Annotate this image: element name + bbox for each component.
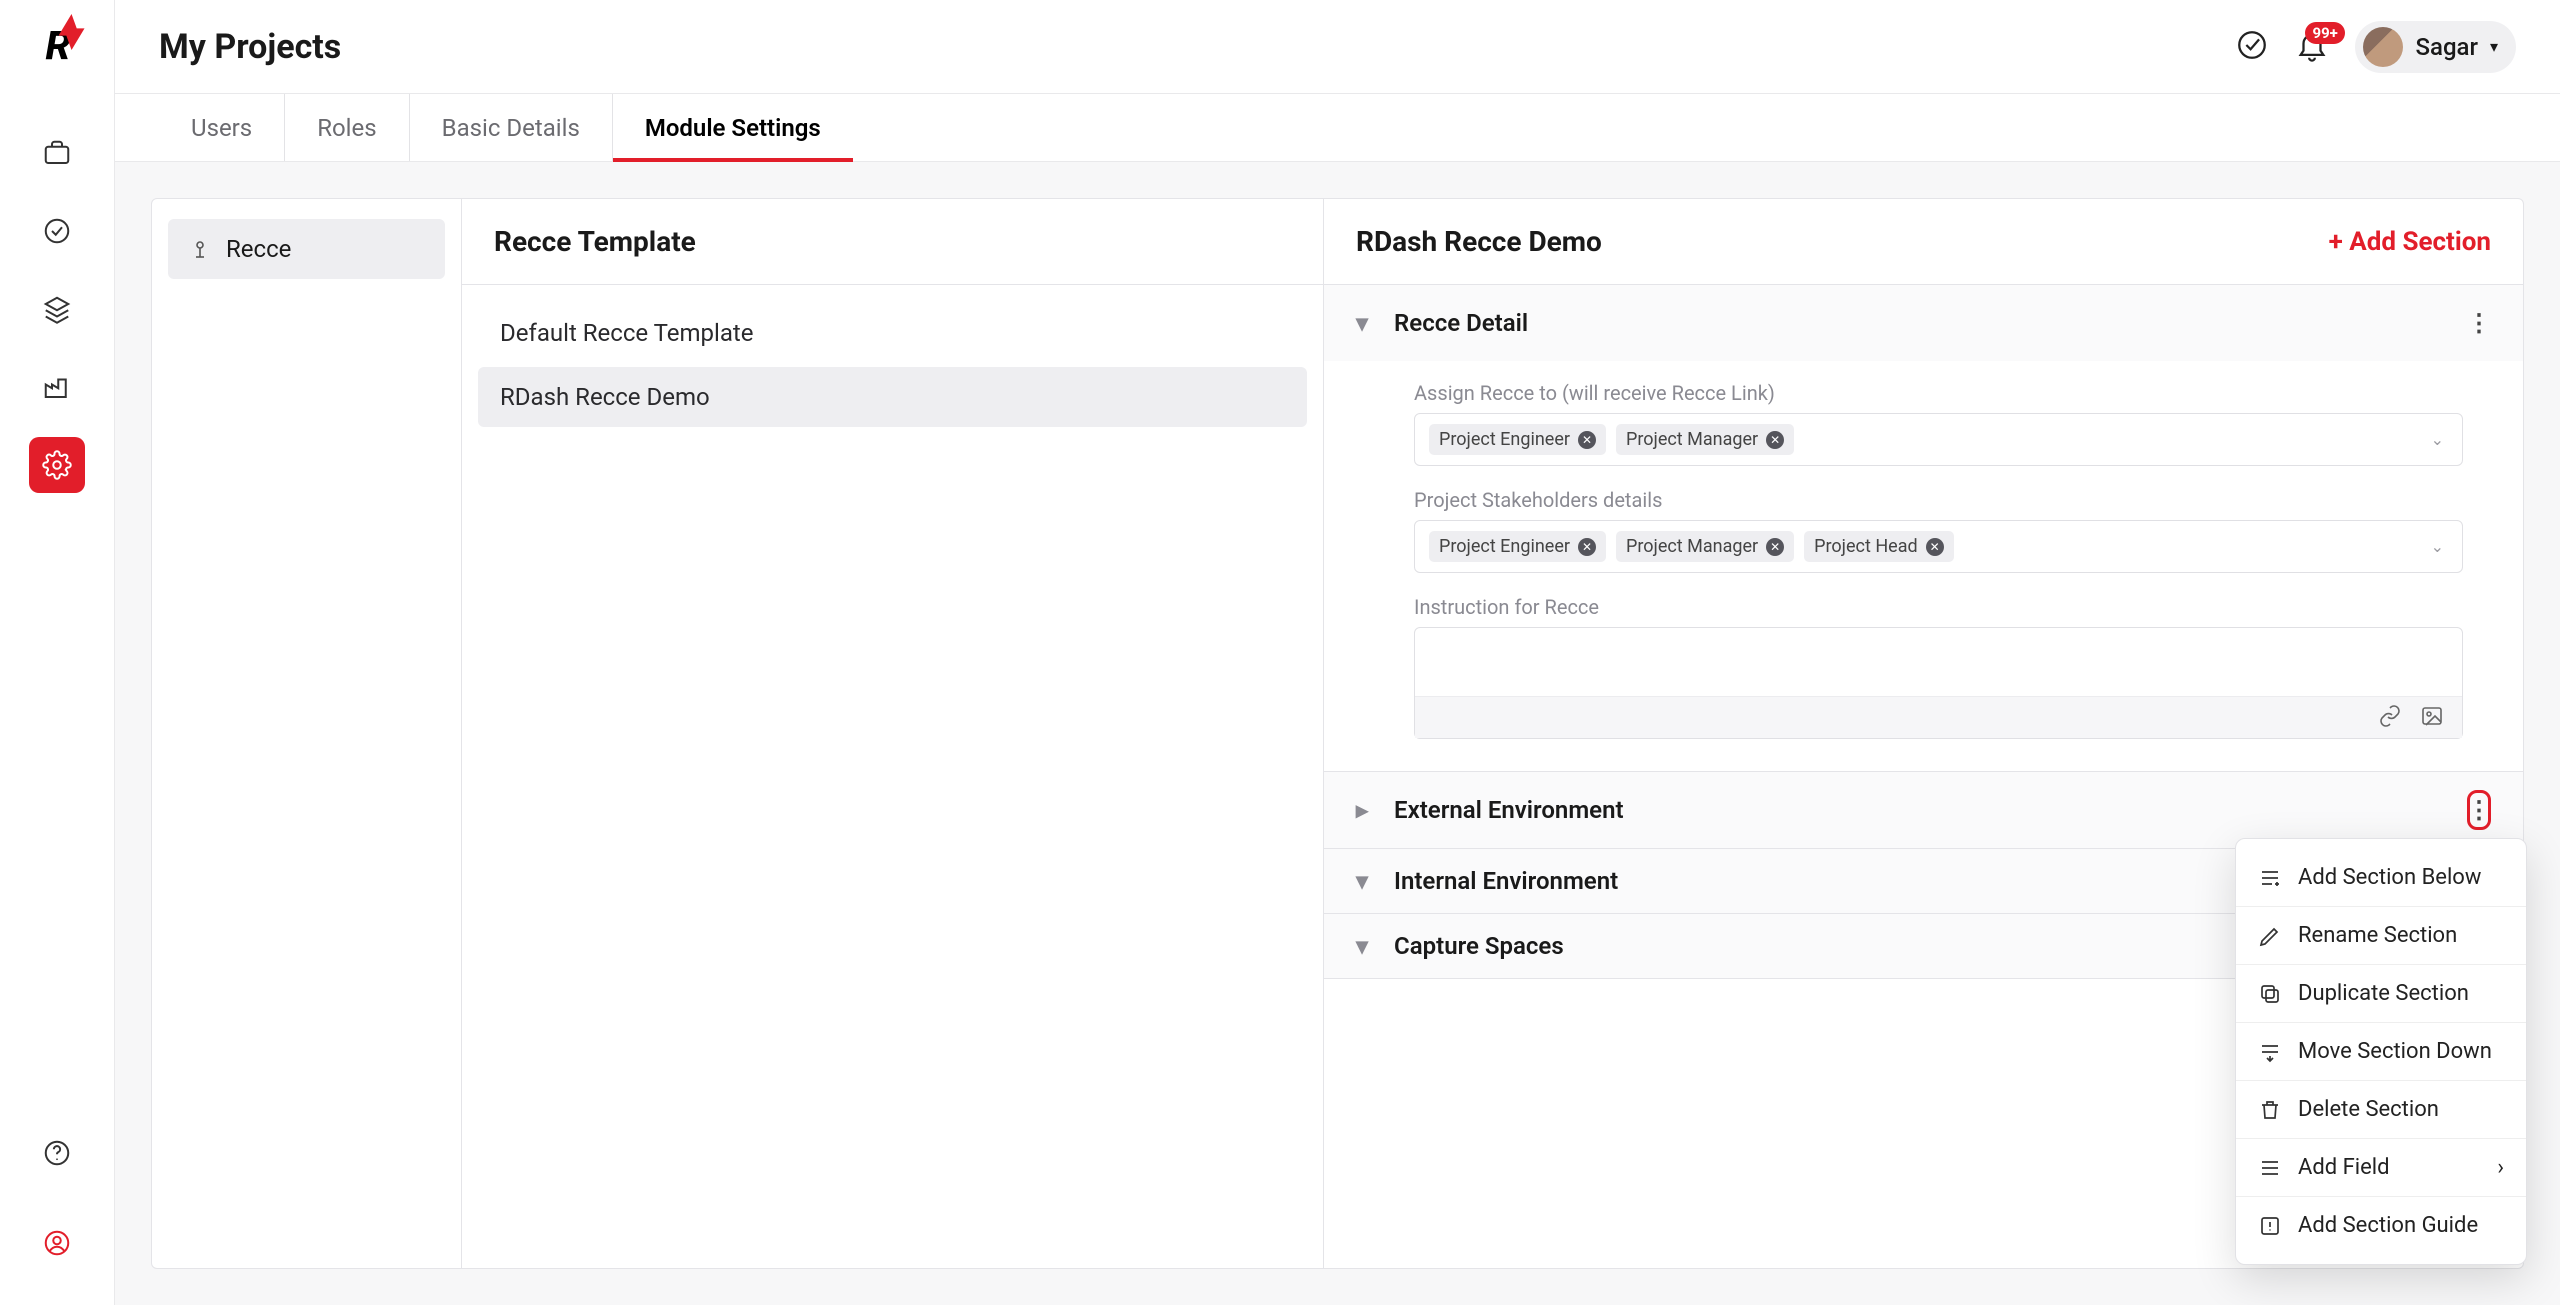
menu-add-section-below[interactable]: Add Section Below xyxy=(2236,849,2526,906)
tag-project-manager[interactable]: Project Manager✕ xyxy=(1616,531,1794,562)
nav-factory-icon[interactable] xyxy=(29,359,85,415)
chevron-right-icon: › xyxy=(2497,1155,2504,1180)
page-title: My Projects xyxy=(159,27,341,67)
field-label: Assign Recce to (will receive Recce Link… xyxy=(1414,381,2463,405)
module-list: Recce xyxy=(152,199,462,1268)
module-recce[interactable]: Recce xyxy=(168,219,445,279)
section-title: Recce Detail xyxy=(1394,309,1528,337)
section-menu: Add Section Below Rename Section Duplica… xyxy=(2235,838,2527,1265)
chevron-down-icon: ⌄ xyxy=(2431,537,2444,556)
menu-duplicate-section[interactable]: Duplicate Section xyxy=(2236,964,2526,1022)
detail-panel: RDash Recce Demo + Add Section ▾ Recce D… xyxy=(1324,199,2523,1268)
detail-title: RDash Recce Demo xyxy=(1356,225,1602,258)
nav-help-icon[interactable] xyxy=(29,1125,85,1181)
tab-basic-details[interactable]: Basic Details xyxy=(410,94,613,161)
section-title: Internal Environment xyxy=(1394,867,1618,895)
chevron-down-icon: ▾ xyxy=(2490,37,2498,56)
tabs: Users Roles Basic Details Module Setting… xyxy=(115,94,2560,162)
add-section-button[interactable]: + Add Section xyxy=(2329,227,2491,257)
remove-icon[interactable]: ✕ xyxy=(1578,538,1596,556)
tab-users[interactable]: Users xyxy=(159,94,285,161)
field-label: Project Stakeholders details xyxy=(1414,488,2463,512)
module-label: Recce xyxy=(226,235,291,263)
rich-toolbar xyxy=(1415,696,2462,738)
template-panel: Recce Template Default Recce Template RD… xyxy=(462,199,1324,1268)
field-assign: Assign Recce to (will receive Recce Link… xyxy=(1414,381,2463,466)
field-label: Instruction for Recce xyxy=(1414,595,2463,619)
assign-select[interactable]: Project Engineer✕ Project Manager✕ ⌄ xyxy=(1414,413,2463,466)
remove-icon[interactable]: ✕ xyxy=(1766,431,1784,449)
image-icon[interactable] xyxy=(2420,704,2444,732)
nav-briefcase-icon[interactable] xyxy=(29,125,85,181)
tag-project-engineer[interactable]: Project Engineer✕ xyxy=(1429,531,1606,562)
tab-module-settings[interactable]: Module Settings xyxy=(613,94,853,161)
section-kebab-icon[interactable]: ⋮ xyxy=(2467,303,2491,343)
section-title: Capture Spaces xyxy=(1394,932,1564,960)
tag-project-engineer[interactable]: Project Engineer✕ xyxy=(1429,424,1606,455)
chevron-down-icon: ▾ xyxy=(1356,309,1368,337)
link-icon[interactable] xyxy=(2378,704,2402,732)
logo: R xyxy=(45,22,68,69)
avatar xyxy=(2363,27,2403,67)
notification-badge: 99+ xyxy=(2305,22,2344,44)
nav-check-icon[interactable] xyxy=(29,203,85,259)
chevron-down-icon: ⌄ xyxy=(2431,430,2444,449)
field-stakeholders: Project Stakeholders details Project Eng… xyxy=(1414,488,2463,573)
chevron-down-icon: ▾ xyxy=(1356,932,1368,960)
username: Sagar xyxy=(2415,33,2478,61)
section-external-environment: ▸ External Environment ⋮ Add Section Bel… xyxy=(1324,772,2523,849)
field-instruction: Instruction for Recce xyxy=(1414,595,2463,739)
topbar-check-icon[interactable] xyxy=(2235,28,2269,66)
user-menu[interactable]: Sagar ▾ xyxy=(2355,21,2516,73)
recce-icon xyxy=(188,237,212,261)
stakeholders-select[interactable]: Project Engineer✕ Project Manager✕ Proje… xyxy=(1414,520,2463,573)
topbar: My Projects 99+ Sagar ▾ xyxy=(115,0,2560,94)
section-kebab-icon[interactable]: ⋮ xyxy=(2467,790,2491,830)
menu-add-section-guide[interactable]: Add Section Guide xyxy=(2236,1196,2526,1254)
section-head-recce-detail[interactable]: ▾ Recce Detail ⋮ xyxy=(1324,285,2523,361)
nav-settings-icon[interactable] xyxy=(29,437,85,493)
menu-move-section-down[interactable]: Move Section Down xyxy=(2236,1022,2526,1080)
menu-delete-section[interactable]: Delete Section xyxy=(2236,1080,2526,1138)
nav-support-icon[interactable] xyxy=(29,1215,85,1271)
nav-layers-icon[interactable] xyxy=(29,281,85,337)
tag-project-manager[interactable]: Project Manager✕ xyxy=(1616,424,1794,455)
chevron-right-icon: ▸ xyxy=(1356,796,1368,824)
chevron-down-icon: ▾ xyxy=(1356,867,1368,895)
tag-project-head[interactable]: Project Head✕ xyxy=(1804,531,1954,562)
menu-add-field[interactable]: Add Field› xyxy=(2236,1138,2526,1196)
menu-rename-section[interactable]: Rename Section xyxy=(2236,906,2526,964)
remove-icon[interactable]: ✕ xyxy=(1766,538,1784,556)
template-panel-title: Recce Template xyxy=(462,199,1323,285)
template-item-default[interactable]: Default Recce Template xyxy=(478,303,1307,363)
section-title: External Environment xyxy=(1394,796,1624,824)
notifications-button[interactable]: 99+ xyxy=(2295,28,2329,66)
section-recce-detail: ▾ Recce Detail ⋮ Assign Recce to (will r… xyxy=(1324,285,2523,772)
tab-roles[interactable]: Roles xyxy=(285,94,409,161)
section-head-external[interactable]: ▸ External Environment ⋮ xyxy=(1324,772,2523,848)
template-item-rdash-demo[interactable]: RDash Recce Demo xyxy=(478,367,1307,427)
remove-icon[interactable]: ✕ xyxy=(1578,431,1596,449)
sidebar: R xyxy=(0,0,115,1305)
instruction-input[interactable] xyxy=(1414,627,2463,739)
remove-icon[interactable]: ✕ xyxy=(1926,538,1944,556)
